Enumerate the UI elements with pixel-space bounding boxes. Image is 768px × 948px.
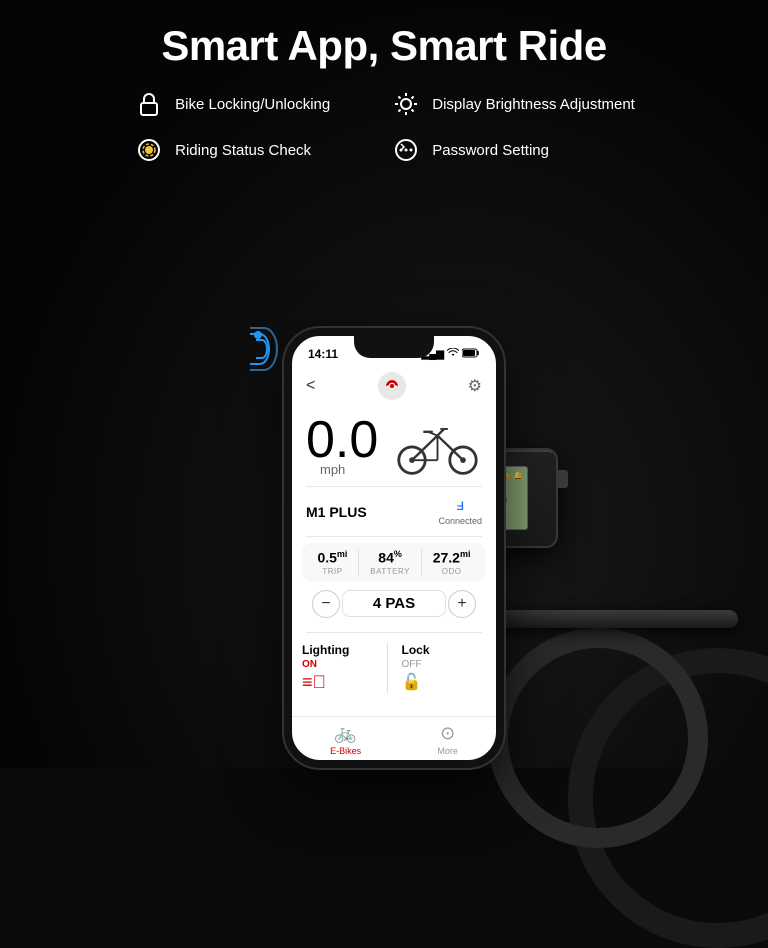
- lighting-label-row: Lighting: [302, 643, 387, 657]
- features-col-left: Bike Locking/Unlocking Riding Status Che…: [133, 88, 330, 166]
- pas-row: − 4 PAS +: [292, 582, 496, 626]
- settings-icon[interactable]: ⚙: [468, 376, 482, 396]
- trip-label: TRIP: [322, 567, 342, 576]
- lock-icon: 🔓: [402, 672, 487, 692]
- device-bell-icon: 🔔: [513, 471, 523, 480]
- odo-label: ODO: [442, 567, 462, 576]
- feature-riding-status-label: Riding Status Check: [175, 142, 311, 159]
- bluetooth-signal: [252, 331, 278, 371]
- feature-password: Password Setting: [390, 134, 635, 166]
- stat-divider-2: [421, 549, 422, 576]
- lighting-icon: ≡⃝: [302, 672, 387, 693]
- stat-battery: 84% BATTERY: [370, 549, 410, 576]
- speed-display: 0.0 mph: [306, 414, 378, 477]
- app-header: < ⚙: [292, 366, 496, 406]
- pas-minus-button[interactable]: −: [312, 590, 340, 618]
- lighting-status: ON: [302, 659, 387, 670]
- controls-row: Lighting ON ≡⃝ Lock OFF 🔓: [292, 639, 496, 697]
- device-screen-icons: 🔒 🔔: [501, 471, 523, 480]
- lighting-control[interactable]: Lighting ON ≡⃝: [302, 643, 387, 693]
- divider-1: [306, 486, 482, 487]
- speed-value: 0.0: [306, 414, 378, 466]
- lock-status: OFF: [402, 659, 487, 670]
- lock-icon: [133, 88, 165, 120]
- pas-plus-button[interactable]: +: [448, 590, 476, 618]
- speed-section: 0.0 mph: [292, 406, 496, 480]
- stats-row: 0.5mi TRIP 84% BATTERY 27.2mi ODO: [302, 543, 486, 582]
- password-icon: [390, 134, 422, 166]
- nav-ebikes[interactable]: 🚲 E-Bikes: [330, 723, 361, 756]
- stat-trip: 0.5mi TRIP: [317, 549, 347, 576]
- bluetooth-icon: ⅎ: [456, 497, 464, 515]
- feature-password-label: Password Setting: [432, 142, 549, 159]
- app-logo: [378, 372, 406, 400]
- battery-label: BATTERY: [370, 567, 410, 576]
- phone-mockup: 14:11 ▂▄▆ <: [284, 328, 504, 768]
- features-col-right: Display Brightness Adjustment Password S…: [390, 88, 635, 166]
- nav-ebikes-label: E-Bikes: [330, 746, 361, 756]
- lighting-label: Lighting: [302, 643, 349, 657]
- feature-brightness: Display Brightness Adjustment: [390, 88, 635, 120]
- riding-status-icon: [133, 134, 165, 166]
- phone-time: 14:11: [308, 347, 338, 361]
- feature-bike-lock: Bike Locking/Unlocking: [133, 88, 330, 120]
- features-grid: Bike Locking/Unlocking Riding Status Che…: [0, 88, 768, 166]
- bluetooth-status: ⅎ Connected: [438, 497, 482, 526]
- device-btn-right[interactable]: [558, 470, 568, 488]
- lock-control[interactable]: Lock OFF 🔓: [388, 643, 487, 693]
- nav-more[interactable]: ⊙ More: [437, 723, 458, 756]
- feature-bike-lock-label: Bike Locking/Unlocking: [175, 96, 330, 113]
- battery-value: 84%: [378, 549, 402, 566]
- model-row: M1 PLUS ⅎ Connected: [292, 493, 496, 530]
- stat-odo: 27.2mi ODO: [433, 549, 471, 576]
- divider-2: [306, 536, 482, 537]
- nav-more-label: More: [437, 746, 458, 756]
- bottom-section: 🔒 🔔 SPEED 00.0: [0, 176, 768, 768]
- model-name: M1 PLUS: [306, 504, 367, 520]
- page-title: Smart App, Smart Ride: [161, 22, 606, 70]
- brightness-icon: [390, 88, 422, 120]
- bottom-nav: 🚲 E-Bikes ⊙ More: [292, 716, 496, 760]
- back-button[interactable]: <: [306, 377, 315, 395]
- feature-brightness-label: Display Brightness Adjustment: [432, 96, 635, 113]
- pas-value: 4 PAS: [342, 590, 446, 617]
- battery-icon: [462, 348, 480, 361]
- phone-notch: [354, 336, 434, 358]
- lock-label-row: Lock: [402, 643, 487, 657]
- ebikes-icon: 🚲: [334, 723, 356, 744]
- bluetooth-connected-label: Connected: [438, 516, 482, 526]
- divider-3: [306, 632, 482, 633]
- bike-image: [392, 410, 482, 480]
- bt-arc-large: [250, 327, 278, 371]
- odo-value: 27.2mi: [433, 549, 471, 566]
- phone-container: 14:11 ▂▄▆ <: [284, 328, 504, 768]
- wifi-icon: [447, 348, 459, 361]
- more-icon: ⊙: [440, 723, 455, 744]
- stat-divider-1: [358, 549, 359, 576]
- feature-riding-status: Riding Status Check: [133, 134, 330, 166]
- lock-label: Lock: [402, 643, 430, 657]
- main-container: Smart App, Smart Ride Bike Locking/Unloc…: [0, 0, 768, 768]
- trip-value: 0.5mi: [317, 549, 347, 566]
